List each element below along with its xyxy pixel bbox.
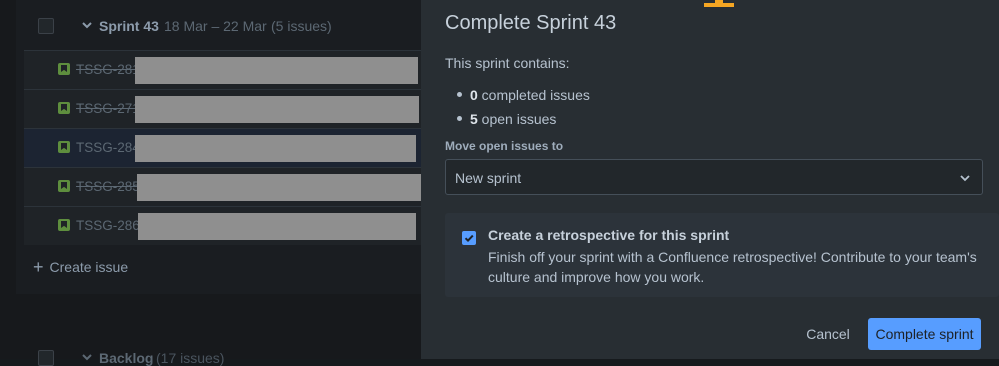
backlog-header[interactable]: Backlog (17 issues) [16,344,421,366]
complete-sprint-button[interactable]: Complete sprint [868,318,981,350]
move-issues-select[interactable]: New sprint [445,159,983,195]
sprint-checkbox[interactable] [38,18,54,34]
sprint-summary-list: 0 completed issues 5 open issues [457,85,590,133]
create-issue-button[interactable]: + Create issue [33,257,129,277]
backlog-checkbox[interactable] [38,350,54,366]
retrospective-title[interactable]: Create a retrospective for this sprint [488,227,729,243]
redacted-summary [135,135,416,162]
issue-key[interactable]: TSSG-281 [76,62,140,77]
issue-row[interactable]: TSSG-286 [24,206,421,245]
move-issues-value: New sprint [455,170,522,186]
plus-icon: + [33,257,44,277]
open-issues-item: 5 open issues [457,109,590,133]
sprint-header[interactable]: Sprint 43 18 Mar – 22 Mar (5 issues) [16,8,421,44]
issue-row[interactable]: TSSG-284 [24,128,421,167]
move-issues-label: Move open issues to [445,139,564,153]
backlog-name[interactable]: Backlog [99,350,153,366]
open-count: 5 [470,111,478,127]
retrospective-checkbox[interactable] [462,231,476,245]
checkmark-icon [464,234,474,243]
complete-sprint-modal: Complete Sprint 43 This sprint contains:… [421,0,999,359]
sprint-issue-count: (5 issues) [271,18,332,34]
chevron-down-icon [960,175,970,182]
redacted-summary [137,174,421,201]
completed-issues-item: 0 completed issues [457,85,590,109]
chevron-down-icon[interactable] [82,20,92,30]
story-icon [58,63,70,75]
top-indicator-icon [704,0,734,7]
cancel-button[interactable]: Cancel [796,318,860,350]
story-icon [58,141,70,153]
sprint-board: Sprint 43 18 Mar – 22 Mar (5 issues) TSS… [0,0,421,366]
issue-key[interactable]: TSSG-285 [76,179,140,194]
completed-count: 0 [470,87,478,103]
issue-key[interactable]: TSSG-286 [76,218,140,233]
retrospective-option: Create a retrospective for this sprint F… [445,213,999,297]
issue-row[interactable]: TSSG-281 [24,50,421,89]
issue-key[interactable]: TSSG-271 [76,101,140,116]
modal-title: Complete Sprint 43 [445,12,617,34]
completed-label: completed issues [477,87,590,103]
issue-row[interactable]: TSSG-271 [24,89,421,128]
redacted-summary [135,57,418,84]
open-label: open issues [477,111,557,127]
redacted-summary [138,213,416,240]
story-icon [58,102,70,114]
create-issue-label: Create issue [49,259,129,275]
retrospective-description: Finish off your sprint with a Confluence… [488,249,977,285]
redacted-summary [135,96,419,123]
issue-key[interactable]: TSSG-284 [76,140,140,155]
story-icon [58,180,70,192]
sprint-dates: 18 Mar – 22 Mar [164,18,267,34]
issue-row[interactable]: TSSG-285 [24,167,421,206]
story-icon [58,219,70,231]
sprint-contains-label: This sprint contains: [445,55,570,71]
backlog-issue-count: (17 issues) [156,350,225,366]
sprint-name[interactable]: Sprint 43 [99,18,159,34]
chevron-down-icon[interactable] [82,352,92,362]
